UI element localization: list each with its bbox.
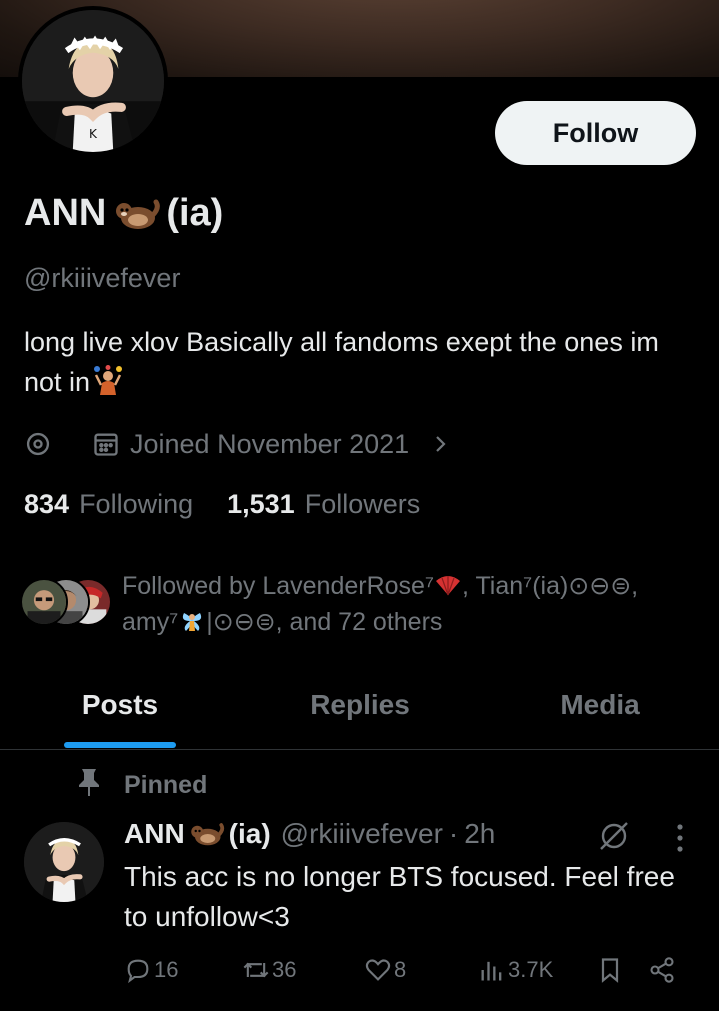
profile-bio: long live xlov Basically all fandoms exe… <box>24 322 684 402</box>
repost-button[interactable]: 36 <box>242 950 296 990</box>
calendar-icon <box>92 430 130 458</box>
post-text: This acc is no longer BTS focused. Feel … <box>124 861 675 932</box>
post-author-name-text: ANN <box>124 818 185 849</box>
following-label: Following <box>79 489 194 519</box>
post-header: ANN (ia) @rkiiivefever · 2h <box>124 818 495 850</box>
chevron-right-icon[interactable] <box>409 435 449 453</box>
profile-meta: Joined November 2021 <box>24 424 449 464</box>
fan-icon <box>434 571 462 596</box>
followed-by-avatars[interactable] <box>20 578 116 628</box>
active-tab-indicator <box>64 742 176 748</box>
location-icon <box>24 430 92 458</box>
post-separator: · <box>448 818 459 849</box>
followed-by-prefix: Followed by LavenderRose⁷ <box>122 572 434 600</box>
profile-tabs: Posts Replies Media <box>0 660 719 750</box>
fairy-icon <box>178 607 206 631</box>
followed-by-part4: |⊙⊖⊜, and 72 others <box>206 608 443 636</box>
followed-by-part2: , Tian⁷(ia)⊙⊖⊜, <box>462 572 639 600</box>
tab-replies[interactable]: Replies <box>240 660 480 750</box>
post-author-suffix: (ia) <box>228 818 271 849</box>
followers-link[interactable]: 1,531 Followers <box>227 489 420 520</box>
avatar <box>20 578 68 626</box>
follow-stats: 834 Following 1,531 Followers <box>24 489 420 520</box>
tab-posts[interactable]: Posts <box>0 660 240 750</box>
like-count: 8 <box>394 957 407 982</box>
followers-label: Followers <box>304 489 421 519</box>
more-options-icon[interactable] <box>670 822 690 854</box>
following-count: 834 <box>24 489 70 519</box>
tab-media[interactable]: Media <box>480 660 719 750</box>
otter-icon <box>189 819 225 849</box>
reply-icon <box>127 959 149 984</box>
following-link[interactable]: 834 Following <box>24 489 193 520</box>
bookmark-button[interactable] <box>596 950 626 990</box>
share-button[interactable] <box>648 950 678 990</box>
followers-count: 1,531 <box>227 489 295 519</box>
grok-icon[interactable] <box>597 819 631 853</box>
post-author-handle[interactable]: @rkiiivefever <box>281 818 443 850</box>
profile-handle: @rkiiivefever <box>24 263 181 293</box>
heart-icon <box>365 959 391 981</box>
reply-count: 16 <box>154 957 179 982</box>
pinned-indicator: Pinned <box>78 767 207 804</box>
followed-by-part3: amy⁷ <box>122 608 179 636</box>
profile-avatar[interactable]: K <box>18 6 168 156</box>
pinned-label: Pinned <box>124 771 208 799</box>
post-timestamp[interactable]: 2h <box>464 818 495 850</box>
like-button[interactable]: 8 <box>364 950 406 990</box>
juggler-icon <box>92 365 124 395</box>
display-name: ANN (ia) <box>24 192 223 235</box>
views-icon <box>481 961 502 981</box>
joined-date: Joined November 2021 <box>130 428 410 459</box>
pin-icon <box>78 767 124 804</box>
follow-button[interactable]: Follow <box>495 101 696 165</box>
repost-count: 36 <box>272 957 297 982</box>
reply-button[interactable]: 16 <box>124 950 178 990</box>
followed-by-text[interactable]: Followed by LavenderRose⁷ , Tian⁷(ia)⊙⊖⊜,… <box>122 568 702 640</box>
repost-icon <box>243 962 269 978</box>
post-author-avatar[interactable] <box>24 822 104 902</box>
otter-icon <box>114 194 161 234</box>
post-actions: 16 36 8 3.7K <box>124 950 694 990</box>
views-count: 3.7K <box>508 957 554 982</box>
svg-text:K: K <box>89 127 98 141</box>
post-author-name[interactable]: ANN (ia) <box>124 818 271 850</box>
display-name-suffix: (ia) <box>166 192 224 234</box>
share-icon <box>650 957 674 983</box>
views-button[interactable]: 3.7K <box>478 950 553 990</box>
bookmark-icon <box>601 958 619 983</box>
display-name-text: ANN <box>24 192 107 234</box>
